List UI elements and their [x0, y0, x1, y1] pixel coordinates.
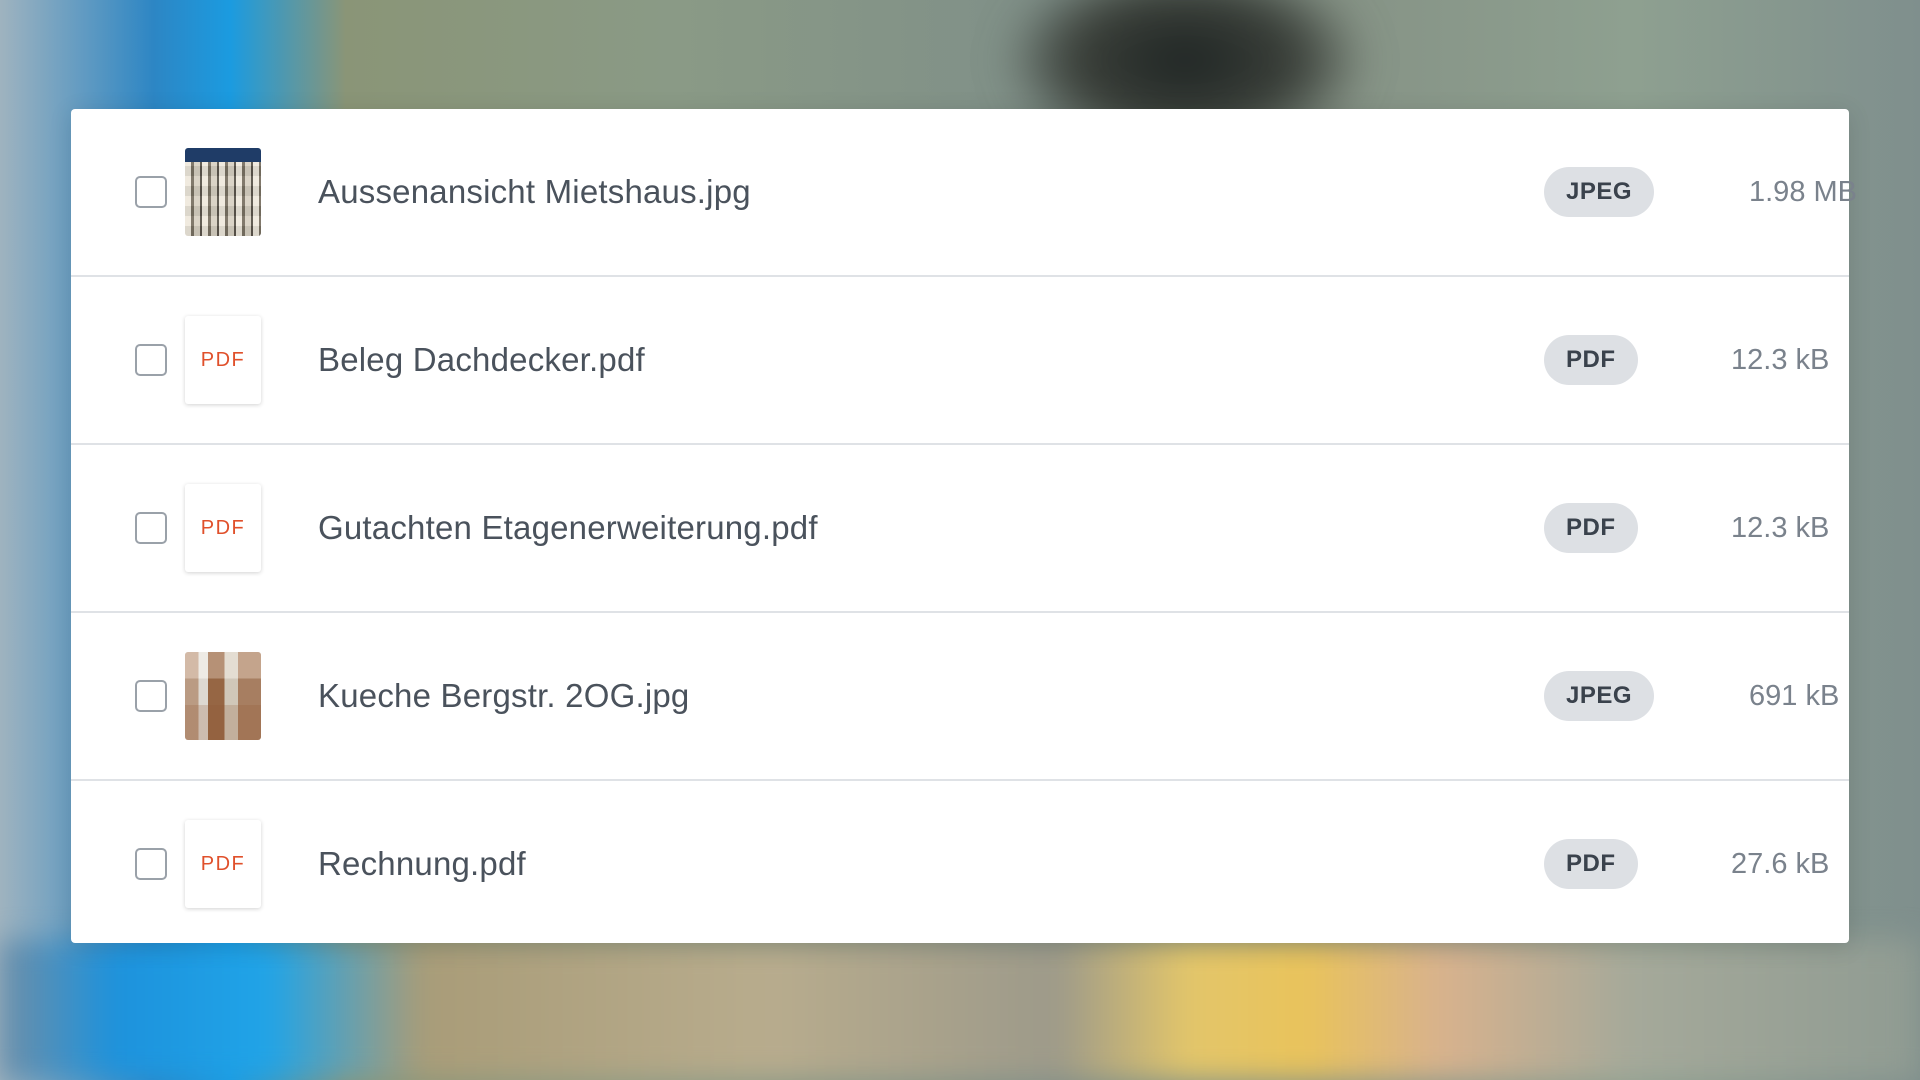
file-row[interactable]: PDF Beleg Dachdecker.pdf PDF 12.3 kB: [71, 277, 1849, 445]
pdf-icon: PDF: [185, 820, 261, 908]
file-select-checkbox[interactable]: [135, 344, 167, 376]
file-size: 27.6 kB: [1731, 847, 1830, 880]
pdf-icon: PDF: [185, 484, 261, 572]
background-blur-shape: [0, 940, 1920, 1080]
pdf-icon: PDF: [185, 316, 261, 404]
file-select-checkbox[interactable]: [135, 848, 167, 880]
file-type-badge: PDF: [1544, 839, 1638, 889]
pdf-icon-label: PDF: [200, 348, 246, 371]
file-list: Aussenansicht Mietshaus.jpg JPEG 1.98 MB…: [71, 109, 1857, 943]
file-row[interactable]: PDF Rechnung.pdf PDF 27.6 kB: [71, 781, 1849, 947]
file-type-badge: PDF: [1544, 335, 1638, 385]
file-name: Kueche Bergstr. 2OG.jpg: [318, 677, 690, 714]
pdf-icon-label: PDF: [200, 852, 246, 875]
file-row[interactable]: PDF Gutachten Etagenerweiterung.pdf PDF …: [71, 445, 1849, 613]
file-type-badge: JPEG: [1544, 671, 1655, 721]
pdf-icon-label: PDF: [200, 516, 246, 539]
file-select-checkbox[interactable]: [135, 176, 167, 208]
file-name: Beleg Dachdecker.pdf: [318, 341, 645, 378]
file-name: Aussenansicht Mietshaus.jpg: [318, 173, 751, 210]
image-thumbnail: [185, 652, 261, 740]
file-name: Rechnung.pdf: [318, 845, 526, 882]
file-name: Gutachten Etagenerweiterung.pdf: [318, 509, 818, 546]
file-select-checkbox[interactable]: [135, 680, 167, 712]
file-size: 12.3 kB: [1731, 511, 1830, 544]
file-row[interactable]: Aussenansicht Mietshaus.jpg JPEG 1.98 MB: [71, 109, 1857, 277]
image-thumbnail: [185, 148, 261, 236]
file-type-badge: JPEG: [1544, 167, 1655, 217]
file-size: 12.3 kB: [1731, 343, 1830, 376]
file-select-checkbox[interactable]: [135, 512, 167, 544]
file-row[interactable]: Kueche Bergstr. 2OG.jpg JPEG 691 kB: [71, 613, 1849, 781]
file-type-badge: PDF: [1544, 503, 1638, 553]
file-size: 1.98 MB: [1749, 175, 1857, 208]
file-size: 691 kB: [1749, 679, 1840, 712]
